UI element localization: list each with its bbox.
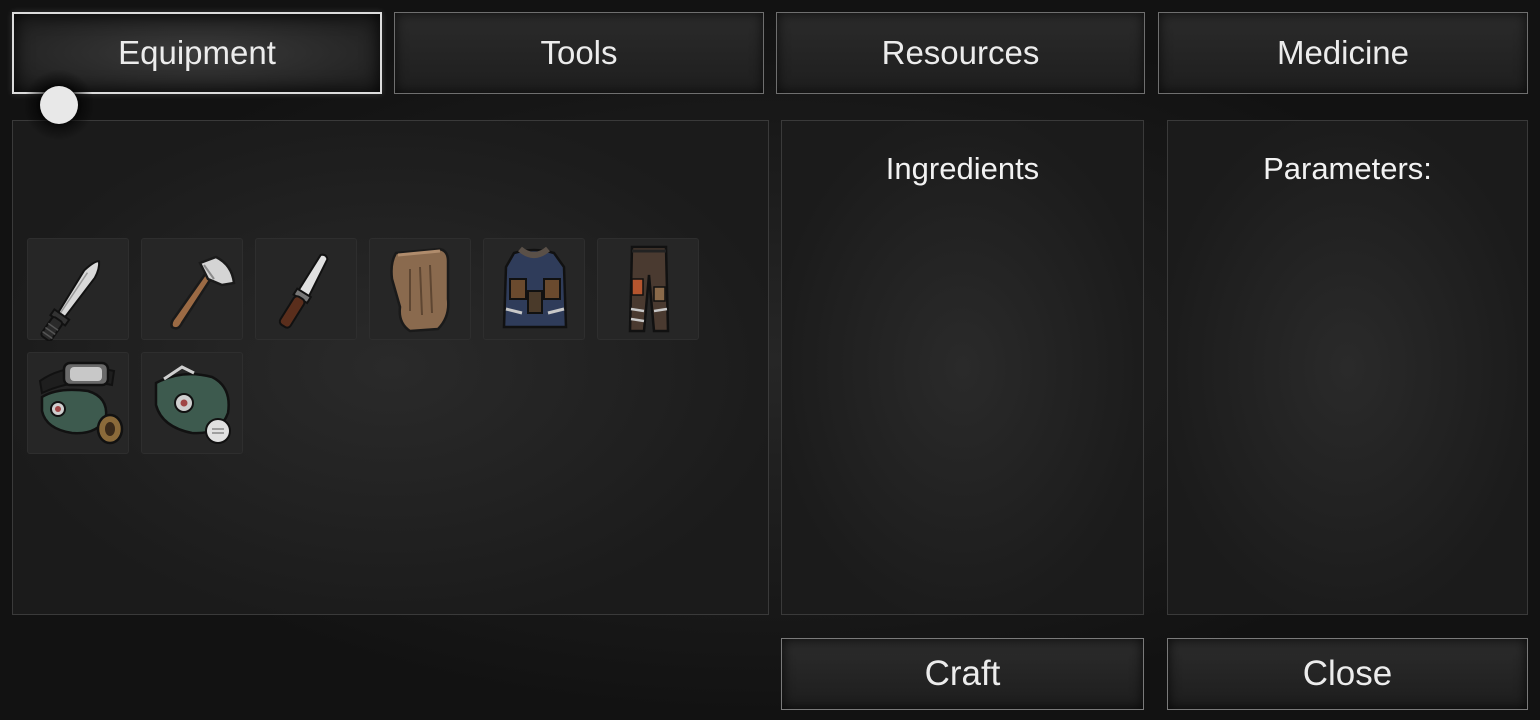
parameters-title: Parameters: <box>1263 151 1432 186</box>
touch-cursor-indicator <box>24 70 94 140</box>
craft-button[interactable]: Craft <box>781 638 1144 710</box>
close-button-label: Close <box>1302 654 1393 693</box>
item-slot-hatchet[interactable] <box>141 238 243 340</box>
items-panel <box>12 120 769 615</box>
tab-medicine[interactable]: Medicine <box>1158 12 1528 94</box>
touch-cursor-dot <box>40 86 78 124</box>
item-slot-respirator[interactable] <box>141 352 243 454</box>
ingredients-title: Ingredients <box>885 151 1040 186</box>
tab-resources[interactable]: Resources <box>776 12 1145 94</box>
ingredients-panel: Ingredients <box>781 120 1144 615</box>
tab-resources-label: Resources <box>881 34 1040 71</box>
gas-mask-with-goggles-icon <box>38 361 124 445</box>
work-gloves-icon <box>390 247 450 333</box>
tactical-vest-icon <box>502 246 568 329</box>
tab-medicine-label: Medicine <box>1276 34 1410 71</box>
tab-tools-label: Tools <box>540 34 618 71</box>
patched-pants-icon <box>628 245 670 333</box>
hatchet-icon <box>170 255 236 330</box>
close-button[interactable]: Close <box>1167 638 1528 710</box>
tab-tools[interactable]: Tools <box>394 12 764 94</box>
craft-button-label: Craft <box>924 654 1001 693</box>
item-slot-tactical-vest[interactable] <box>483 238 585 340</box>
item-slot-gas-mask-goggles[interactable] <box>27 352 129 454</box>
tab-equipment-label: Equipment <box>118 34 276 71</box>
item-slot-combat-knife[interactable] <box>27 238 129 341</box>
item-slot-work-gloves[interactable] <box>369 238 471 340</box>
kitchen-knife-icon <box>278 253 329 329</box>
combat-knife-icon <box>40 260 101 341</box>
parameters-panel: Parameters: <box>1167 120 1528 615</box>
respirator-mask-icon <box>154 365 231 444</box>
item-slot-kitchen-knife[interactable] <box>255 238 357 340</box>
item-slot-patched-pants[interactable] <box>597 238 699 340</box>
